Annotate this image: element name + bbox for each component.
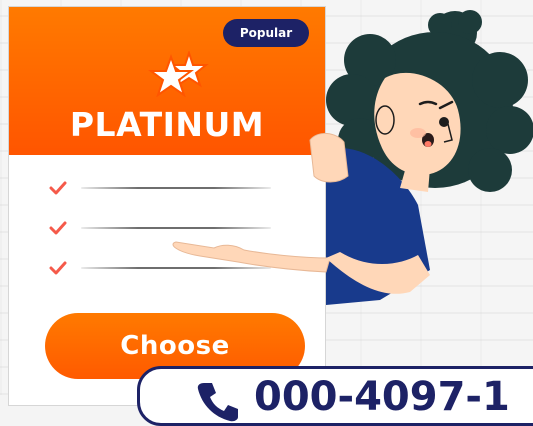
popular-badge: Popular [223, 19, 309, 47]
phone-icon [197, 383, 238, 422]
stars-icon [148, 51, 209, 97]
phone-banner: 000-4097-1 [137, 366, 533, 426]
check-icon [49, 261, 67, 275]
phone-number: 000-4097-1 [254, 374, 510, 420]
check-icon [49, 181, 67, 195]
plan-title: PLATINUM [69, 105, 265, 144]
feature-row [49, 179, 271, 197]
feature-placeholder-line [81, 267, 271, 269]
pricing-card: Popular PLATINUM Choose [8, 6, 326, 406]
feature-row [49, 219, 271, 237]
check-icon [49, 221, 67, 235]
feature-placeholder-line [81, 227, 271, 229]
feature-row [49, 259, 271, 277]
card-header: Popular PLATINUM [9, 7, 325, 155]
feature-placeholder-line [81, 187, 271, 189]
